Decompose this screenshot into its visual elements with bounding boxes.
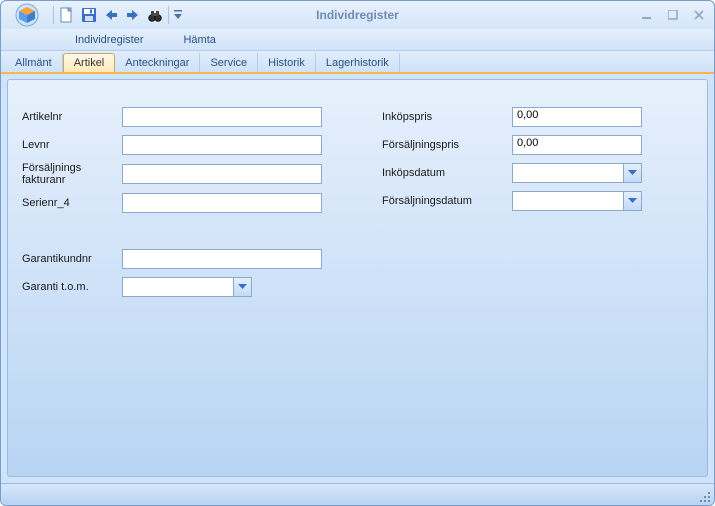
binoculars-icon [147,7,163,23]
label-forsaljningspris: Försäljningspris [382,139,512,151]
input-artikelnr[interactable] [122,107,322,127]
input-forsaljningspris[interactable]: 0,00 [512,135,642,155]
chevron-down-icon [628,198,637,204]
arrow-left-icon [103,8,119,22]
titlebar: Individregister [1,1,714,29]
qat-customize-button[interactable] [171,4,185,26]
input-inkopsdatum[interactable] [513,164,624,182]
label-artikelnr: Artikelnr [22,111,122,123]
label-inkopspris: Inköpspris [382,111,512,123]
menubar: Individregister Hämta [1,29,714,51]
resize-grip[interactable] [698,490,710,502]
combo-forsaljningsdatum[interactable] [512,191,642,211]
dropdown-garantitom[interactable] [234,278,251,296]
new-document-icon [60,7,74,23]
content-panel: Artikelnr Levnr Försäljnings fakturanr [7,79,708,477]
cube-icon [13,3,41,27]
app-window: Individregister Individregister Hämta Al… [0,0,715,506]
tab-anteckningar[interactable]: Anteckningar [115,53,200,72]
input-garantikundnr[interactable] [122,249,322,269]
tab-service[interactable]: Service [200,53,258,72]
tab-lagerhistorik[interactable]: Lagerhistorik [316,53,400,72]
label-levnr: Levnr [22,139,122,151]
tab-allmant[interactable]: Allmänt [5,53,63,72]
input-forsaljningsdatum[interactable] [513,192,624,210]
new-button[interactable] [56,4,78,26]
arrow-right-icon [125,8,141,22]
back-button[interactable] [100,4,122,26]
find-button[interactable] [144,4,166,26]
label-serienr4: Serienr_4 [22,197,122,209]
forward-button[interactable] [122,4,144,26]
chevron-down-icon [238,284,247,290]
minimize-icon [642,10,652,20]
close-icon [694,10,704,20]
chevron-down-icon [628,170,637,176]
label-forsaljningsdatum: Försäljningsdatum [382,195,512,207]
input-serienr4[interactable] [122,193,322,213]
window-controls [638,7,708,23]
close-button[interactable] [690,7,708,23]
label-inkopsdatum: Inköpsdatum [382,167,512,179]
save-button[interactable] [78,4,100,26]
label-garantikundnr: Garantikundnr [22,253,122,265]
tab-historik[interactable]: Historik [258,53,316,72]
maximize-button[interactable] [664,7,682,23]
content-wrap: Artikelnr Levnr Försäljnings fakturanr [1,73,714,483]
label-forsaljningsfakturanr: Försäljnings fakturanr [22,162,122,186]
input-levnr[interactable] [122,135,322,155]
menu-hamta[interactable]: Hämta [177,31,221,49]
dropdown-forsaljningsdatum[interactable] [624,192,641,210]
tabbar: Allmänt Artikel Anteckningar Service His… [1,51,714,73]
tab-artikel[interactable]: Artikel [63,53,116,72]
quick-access-toolbar [51,4,185,26]
label-garantitom: Garanti t.o.m. [22,281,122,293]
input-inkopspris[interactable]: 0,00 [512,107,642,127]
input-forsaljningsfakturanr[interactable] [122,164,322,184]
menu-individregister[interactable]: Individregister [69,31,149,49]
maximize-icon [668,10,678,20]
app-orb[interactable] [7,2,47,28]
statusbar [1,483,714,505]
minimize-button[interactable] [638,7,656,23]
combo-inkopsdatum[interactable] [512,163,642,183]
dropdown-inkopsdatum[interactable] [624,164,641,182]
combo-garantitom[interactable] [122,277,252,297]
input-garantitom[interactable] [123,278,234,296]
save-icon [81,7,97,23]
chevron-down-icon [174,10,182,20]
